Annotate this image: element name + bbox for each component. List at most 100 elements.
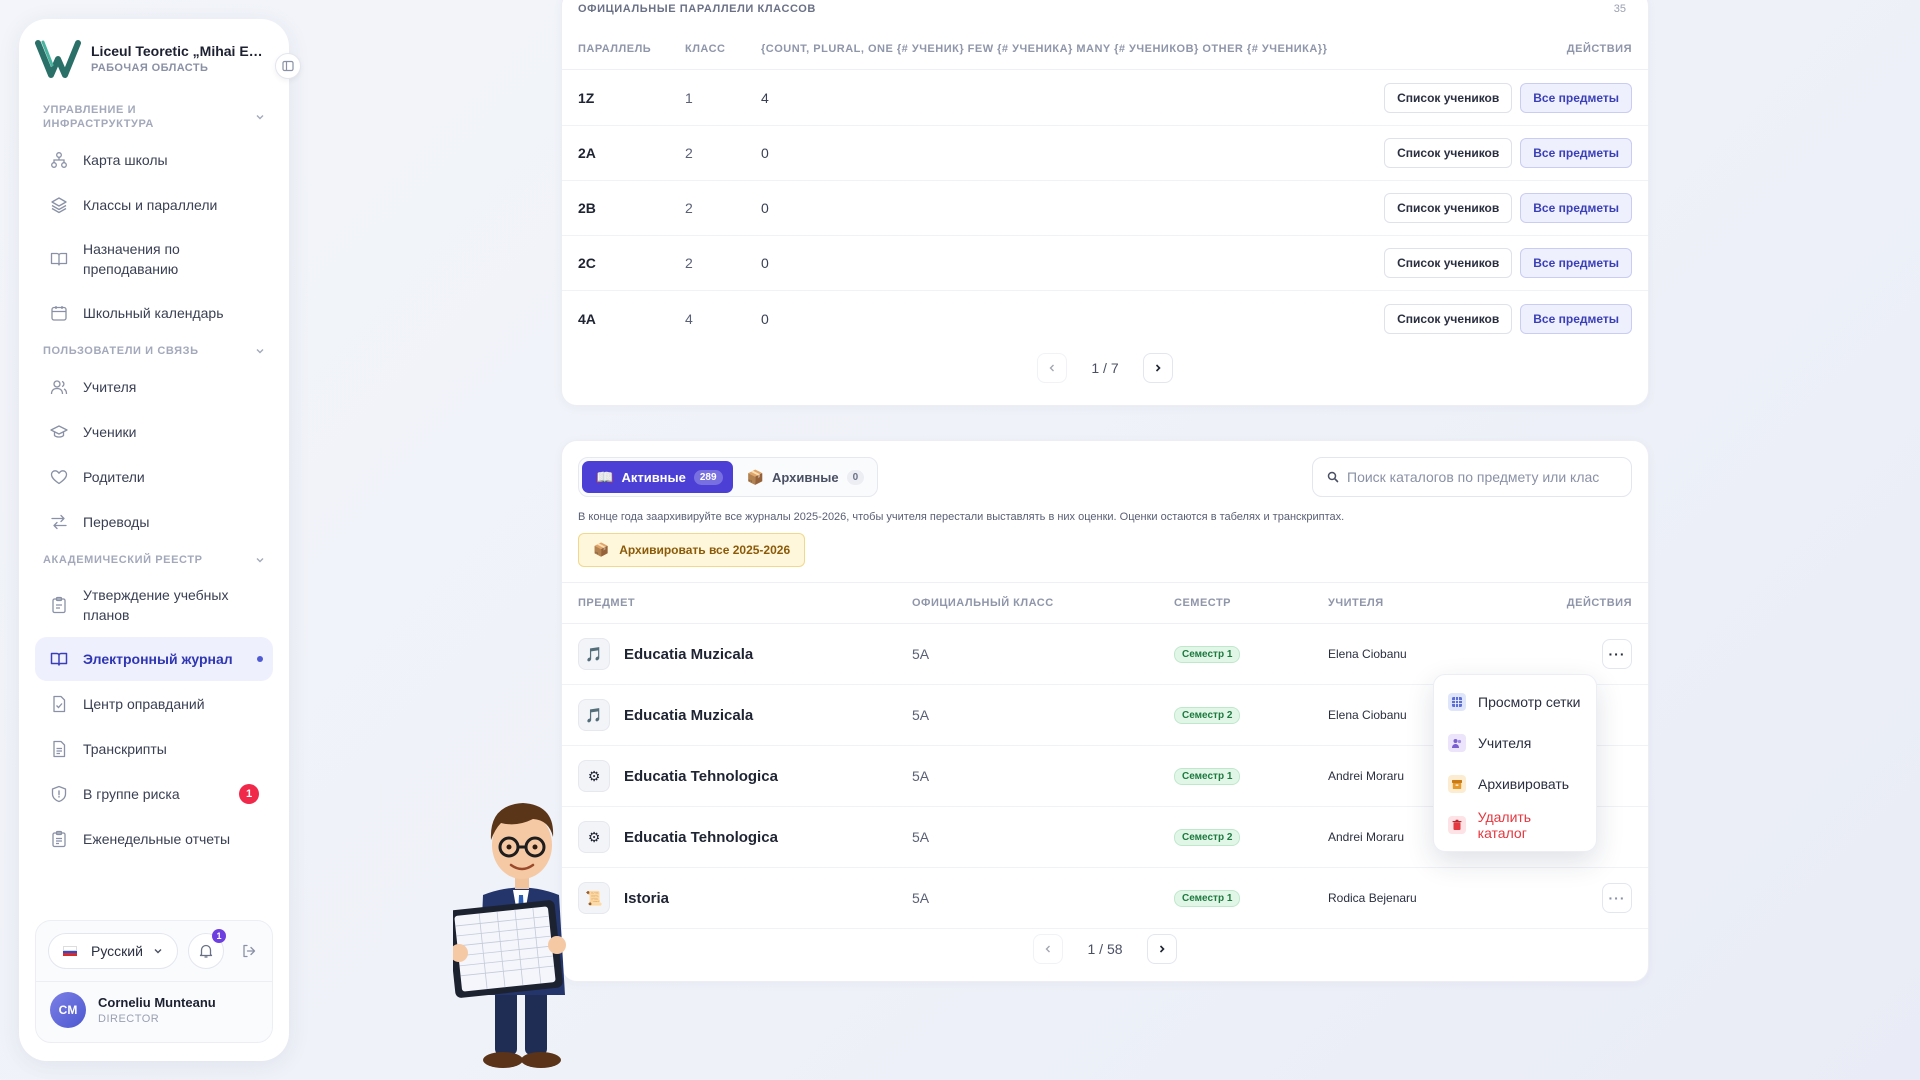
table-row: 1Z 1 4 Список учеников Все предметы <box>562 71 1648 126</box>
user-profile[interactable]: CM Corneliu Munteanu DIRECTOR <box>36 981 272 1042</box>
sidebar-item-label: Транскрипты <box>83 741 167 757</box>
row-actions-button[interactable]: ··· <box>1602 883 1632 913</box>
sidebar-item-label: Учителя <box>83 379 137 395</box>
teacher-cell: Elena Ciobanu <box>1328 647 1407 661</box>
class-cell: 5A <box>912 829 930 845</box>
sidebar-item-classes[interactable]: Классы и параллели <box>35 183 273 227</box>
tab-active[interactable]: 📖 Активные 289 <box>582 461 733 493</box>
menu-item-delete-catalog[interactable]: Удалить каталог <box>1434 804 1596 845</box>
row-actions-button[interactable]: ··· <box>1602 639 1632 669</box>
subject-name[interactable]: Educatia Tehnologica <box>624 768 778 785</box>
sidebar-item-weekly-reports[interactable]: Еженедельные отчеты <box>35 817 273 861</box>
sidebar-item-students[interactable]: Ученики <box>35 410 273 454</box>
grade-cell: 2 <box>685 145 693 161</box>
language-selector[interactable]: Русский <box>48 933 178 969</box>
grid-icon <box>1448 692 1466 711</box>
count-cell: 0 <box>761 255 769 271</box>
logout-button[interactable] <box>238 940 260 962</box>
tab-count: 289 <box>693 469 723 485</box>
sidebar-collapse-button[interactable] <box>275 53 301 79</box>
section-title: ПОЛЬЗОВАТЕЛИ И СВЯЗЬ <box>43 345 199 357</box>
semester-badge: Семестр 1 <box>1174 767 1241 785</box>
catalog-tabs: 📖 Активные 289 📦 Архивные 0 <box>578 457 879 497</box>
search-input[interactable] <box>1347 469 1617 485</box>
sidebar-item-label: Классы и параллели <box>83 197 218 213</box>
class-cell: 5A <box>912 707 930 723</box>
music-icon: 🎵 <box>578 638 610 670</box>
page-indicator: 1 / 58 <box>1087 941 1123 957</box>
chevron-left-icon <box>1045 945 1051 953</box>
menu-item-view-grid[interactable]: Просмотр сетки <box>1434 681 1596 722</box>
subject-name[interactable]: Educatia Tehnologica <box>624 829 778 846</box>
table-row: 2A 2 0 Список учеников Все предметы <box>562 126 1648 181</box>
sidebar-item-excuses-center[interactable]: Центр оправданий <box>35 682 273 726</box>
row-context-menu: Просмотр сетки Учителя Архивировать Удал… <box>1433 674 1597 852</box>
archive-all-button[interactable]: 📦 Архивировать все 2025-2026 <box>578 533 806 567</box>
catalog-search[interactable] <box>1312 457 1632 497</box>
classes-pagination: 1 / 7 <box>562 353 1648 383</box>
teacher-cell: Andrei Moraru <box>1328 769 1405 783</box>
subject-name[interactable]: Educatia Muzicala <box>624 707 753 724</box>
nav-section-academic[interactable]: АКАДЕМИЧЕСКИЙ РЕЕСТР <box>35 545 273 573</box>
prev-page-button[interactable] <box>1033 934 1064 964</box>
all-subjects-button[interactable]: Все предметы <box>1520 138 1632 168</box>
music-icon: 🎵 <box>578 699 610 731</box>
students-list-button[interactable]: Список учеников <box>1384 138 1513 168</box>
tab-archived[interactable]: 📦 Архивные 0 <box>733 461 875 493</box>
all-subjects-button[interactable]: Все предметы <box>1520 193 1632 223</box>
catalogs-pagination: 1 / 58 <box>562 934 1648 964</box>
count-cell: 0 <box>761 145 769 161</box>
card-title: ОФИЦИАЛЬНЫЕ ПАРАЛЛЕЛИ КЛАССОВ <box>578 3 816 15</box>
user-name: Corneliu Munteanu <box>98 995 216 1010</box>
prev-page-button[interactable] <box>1037 353 1068 383</box>
layers-icon <box>51 197 67 214</box>
sidebar-item-at-risk[interactable]: В группе риска 1 <box>35 772 273 816</box>
all-subjects-button[interactable]: Все предметы <box>1520 248 1632 278</box>
all-subjects-button[interactable]: Все предметы <box>1520 303 1632 334</box>
nav-section-management[interactable]: УПРАВЛЕНИЕ И ИНФРАСТРУКТУРА <box>35 95 273 137</box>
parallel-cell: 2C <box>578 255 596 271</box>
section-title: АКАДЕМИЧЕСКИЙ РЕЕСТР <box>43 554 203 566</box>
archive-box-icon: 📦 <box>593 542 610 557</box>
menu-item-label: Учителя <box>1478 734 1532 751</box>
subject-name[interactable]: Istoria <box>624 890 669 907</box>
table-row: 📜 Istoria 5A Семестр 1 Rodica Bejenaru ·… <box>562 868 1648 929</box>
language-label: Русский <box>91 943 143 959</box>
book-icon <box>50 652 68 666</box>
all-subjects-button[interactable]: Все предметы <box>1520 83 1632 113</box>
nav-section-users[interactable]: ПОЛЬЗОВАТЕЛИ И СВЯЗЬ <box>35 336 273 364</box>
next-page-button[interactable] <box>1142 353 1173 383</box>
menu-item-label: Архивировать <box>1478 775 1570 792</box>
sidebar-item-teachers[interactable]: Учителя <box>35 365 273 409</box>
column-header: {COUNT, PLURAL, ONE {# УЧЕНИК} FEW {# УЧ… <box>761 42 1328 55</box>
sidebar-item-electronic-journal[interactable]: Электронный журнал <box>35 637 273 681</box>
sidebar-item-transfers[interactable]: Переводы <box>35 500 273 544</box>
sidebar-item-transcripts[interactable]: Транскрипты <box>35 727 273 771</box>
menu-item-archive[interactable]: Архивировать <box>1434 763 1596 804</box>
sidebar-item-curriculum-approval[interactable]: Утверждение учебных планов <box>35 574 273 636</box>
trash-icon <box>1448 815 1466 834</box>
sidebar-item-parents[interactable]: Родители <box>35 455 273 499</box>
students-list-button[interactable]: Список учеников <box>1384 303 1513 334</box>
chevron-down-icon <box>154 949 162 954</box>
table-row: 2B 2 0 Список учеников Все предметы <box>562 181 1648 236</box>
students-list-button[interactable]: Список учеников <box>1384 248 1513 278</box>
active-indicator <box>257 656 263 662</box>
sidebar-nav: УПРАВЛЕНИЕ И ИНФРАСТРУКТУРА Карта школы … <box>19 91 289 912</box>
menu-item-teachers[interactable]: Учителя <box>1434 722 1596 763</box>
sidebar-item-teaching-assignments[interactable]: Назначения по преподаванию <box>35 228 273 290</box>
sidebar-item-school-calendar[interactable]: Школьный календарь <box>35 291 273 335</box>
sitemap-icon <box>51 152 67 168</box>
next-page-button[interactable] <box>1146 934 1177 964</box>
grade-cell: 1 <box>685 90 693 106</box>
notifications-button[interactable]: 1 <box>187 929 226 969</box>
more-horizontal-icon: ··· <box>1608 890 1626 906</box>
students-list-button[interactable]: Список учеников <box>1384 83 1513 113</box>
menu-item-label: Просмотр сетки <box>1478 693 1581 710</box>
brand: Liceul Teoretic „Mihai Emi... РАБОЧАЯ ОБ… <box>19 19 301 91</box>
subject-name[interactable]: Educatia Muzicala <box>624 646 753 663</box>
students-list-button[interactable]: Список учеников <box>1384 193 1513 223</box>
more-horizontal-icon: ··· <box>1608 646 1626 662</box>
sidebar-item-school-map[interactable]: Карта школы <box>35 138 273 182</box>
sidebar-item-label: Назначения по преподаванию <box>83 241 180 277</box>
